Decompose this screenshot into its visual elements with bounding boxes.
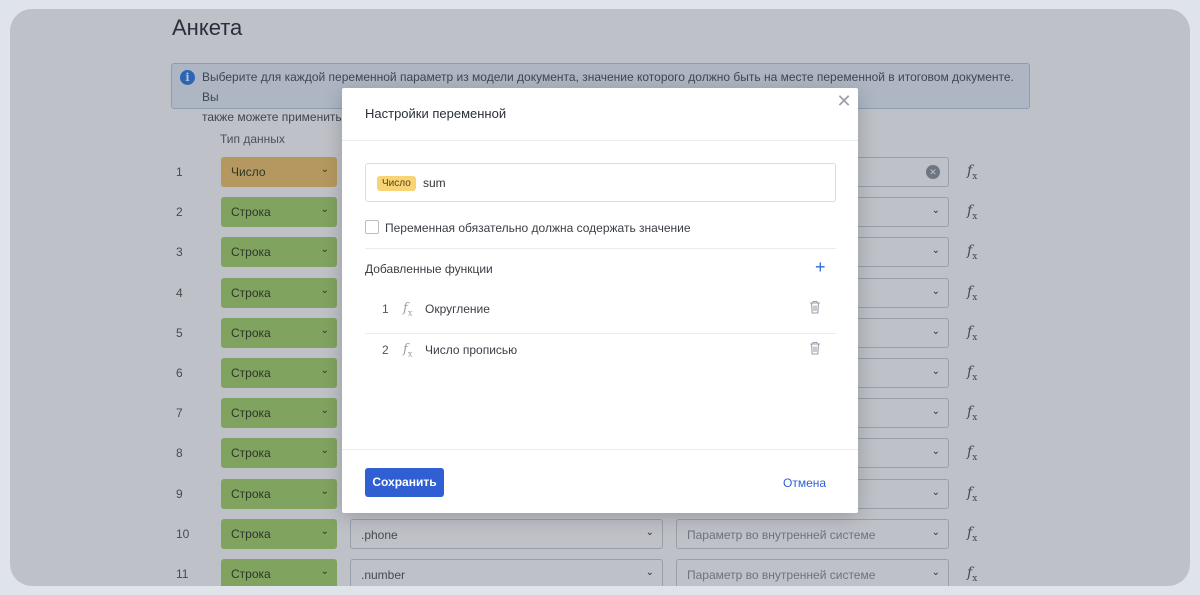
required-checkbox-label[interactable]: Переменная обязательно должна содержать … xyxy=(385,221,691,235)
required-checkbox[interactable] xyxy=(365,220,379,234)
divider xyxy=(342,140,858,141)
close-icon[interactable]: ✕ xyxy=(836,92,852,110)
functions-section-title: Добавленные функции xyxy=(365,262,493,276)
function-item: 1 fx Округление xyxy=(365,293,836,333)
cancel-button[interactable]: Отмена xyxy=(783,476,826,490)
variable-name: sum xyxy=(423,176,446,190)
type-badge: Число xyxy=(377,176,416,191)
divider xyxy=(365,248,836,249)
variable-settings-dialog: Настройки переменной ✕ Число sum Перемен… xyxy=(342,88,858,513)
trash-icon[interactable] xyxy=(809,300,821,314)
function-icon: fx xyxy=(403,342,413,359)
divider xyxy=(342,449,858,450)
save-button[interactable]: Сохранить xyxy=(365,468,444,497)
app-frame: Анкета i Выберите для каждой переменной … xyxy=(10,9,1190,586)
function-number: 1 xyxy=(382,302,389,316)
function-number: 2 xyxy=(382,343,389,357)
function-label: Число прописью xyxy=(425,343,518,357)
variable-field[interactable]: Число sum xyxy=(365,163,836,202)
function-item: 2 fx Число прописью xyxy=(365,334,836,374)
function-label: Округление xyxy=(425,302,490,316)
trash-icon[interactable] xyxy=(809,341,821,355)
dialog-title: Настройки переменной xyxy=(365,106,507,121)
add-function-plus-icon[interactable]: + xyxy=(815,258,826,276)
function-icon: fx xyxy=(403,301,413,318)
